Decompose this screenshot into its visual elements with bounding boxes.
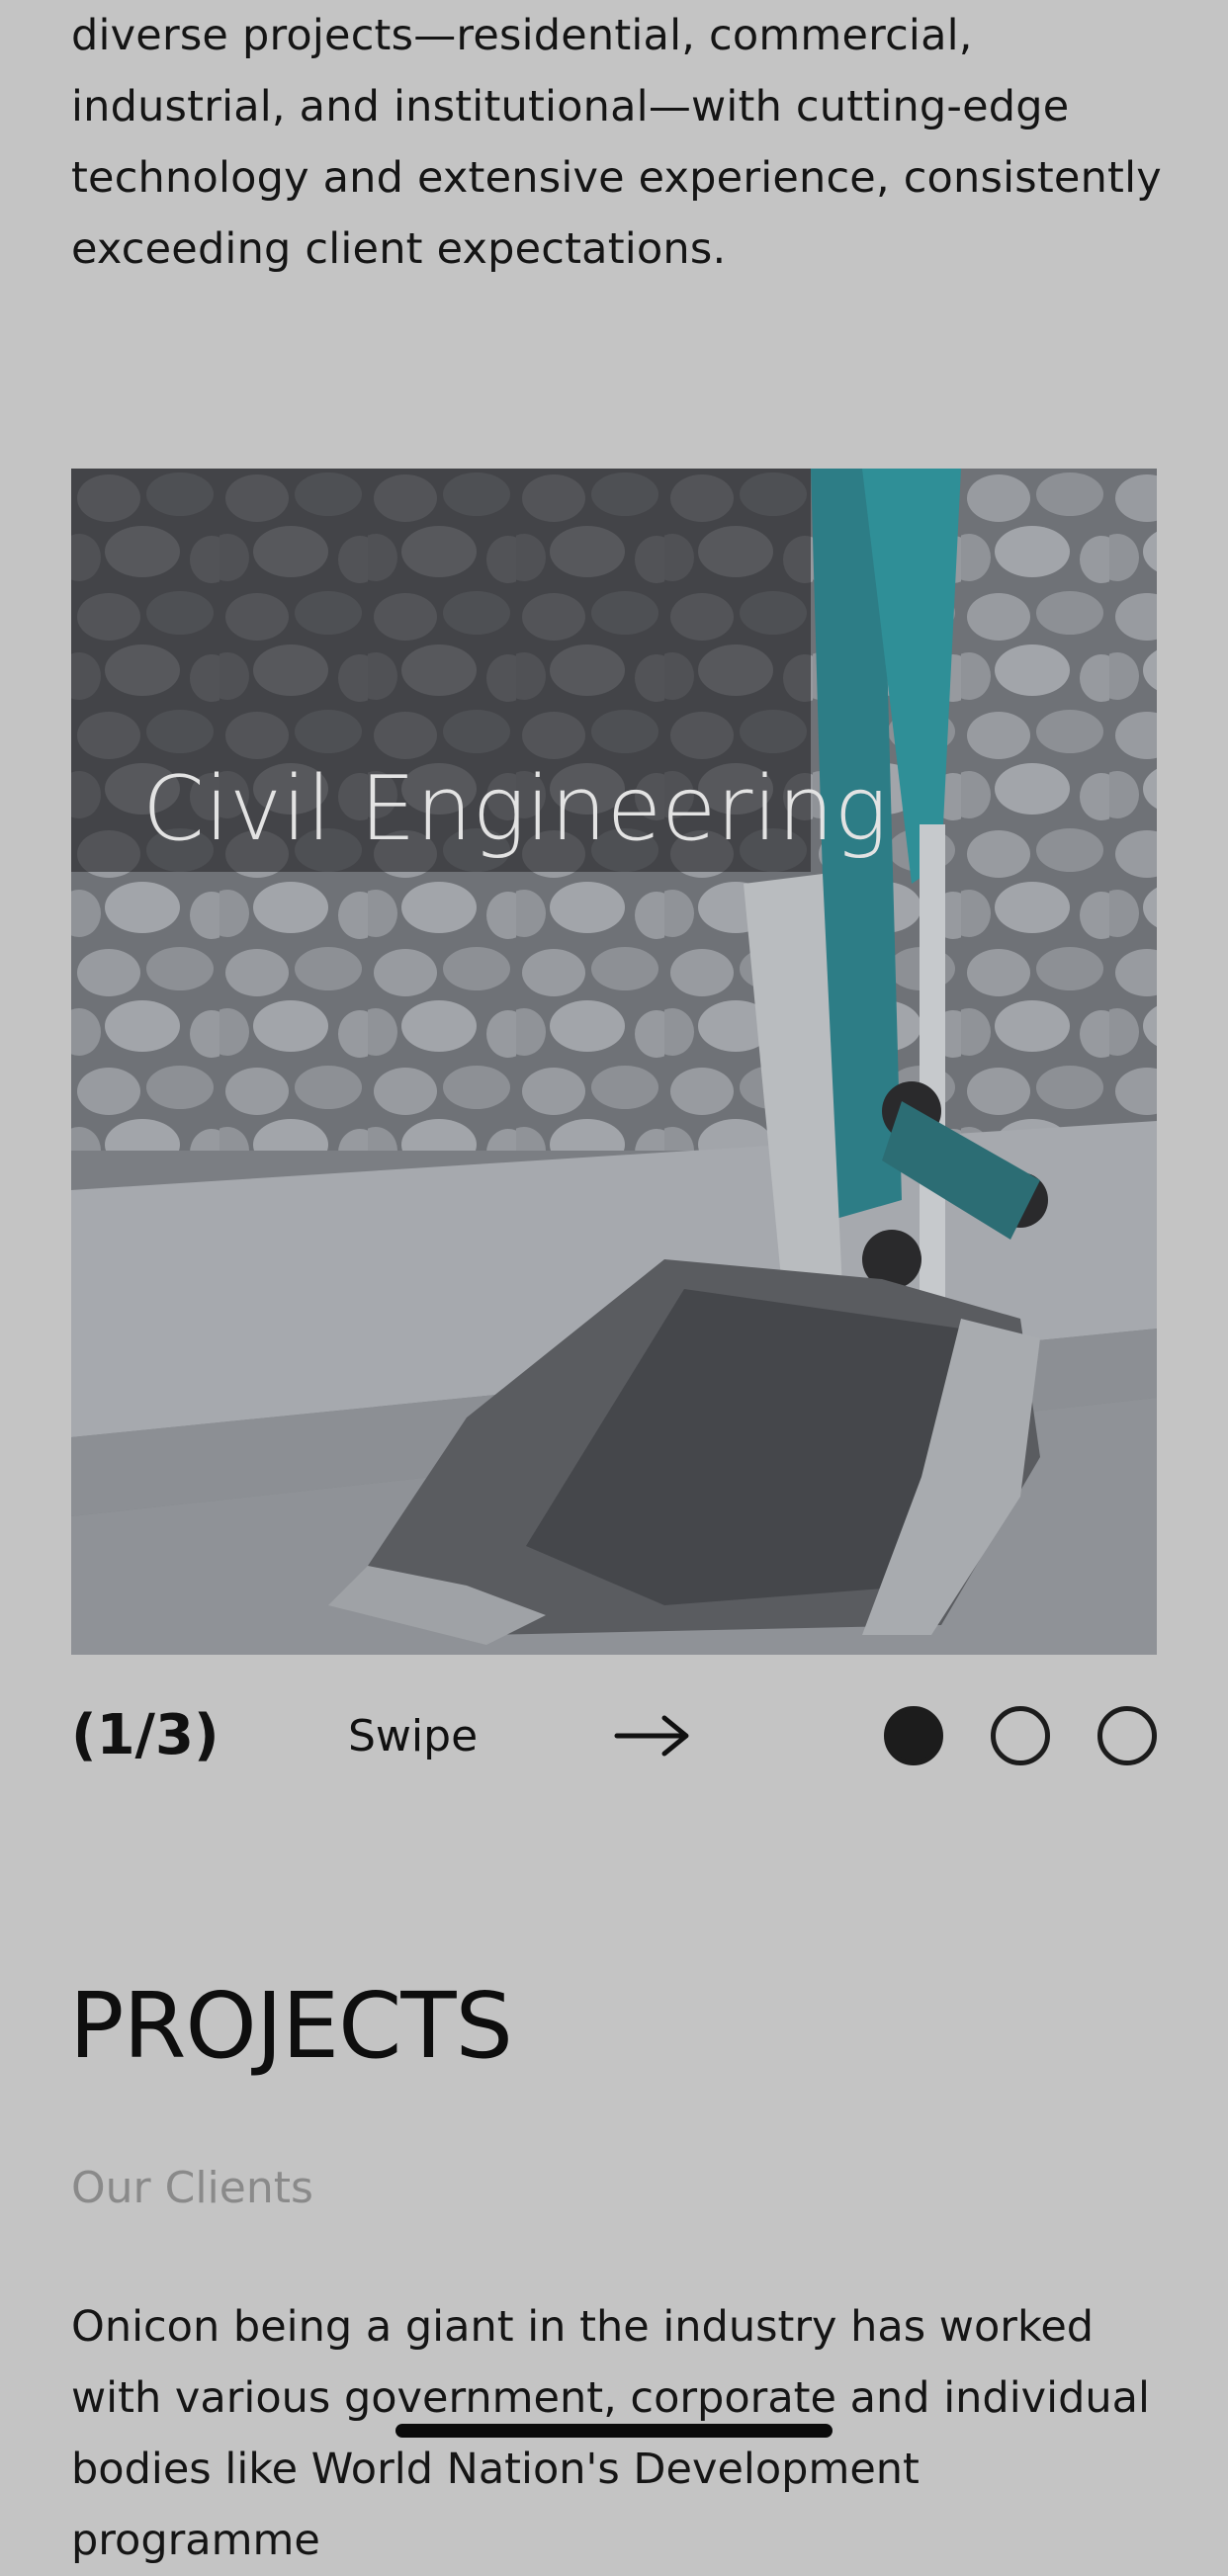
projects-heading: PROJECTS [69, 1973, 513, 2079]
intro-paragraph: diverse projects—residential, commercial… [71, 11, 1162, 274]
carousel-dot-2[interactable] [991, 1706, 1050, 1765]
projects-subtitle: Our Clients [71, 2163, 313, 2213]
home-indicator[interactable] [395, 2424, 833, 2438]
arrow-right-icon[interactable] [613, 1708, 692, 1763]
carousel-dot-1[interactable] [884, 1706, 943, 1765]
carousel-pager: (1/3) Swipe [71, 1700, 1157, 1771]
slide-counter: (1/3) [71, 1703, 219, 1767]
slide-title: Civil Engineering [142, 757, 888, 861]
carousel-slide[interactable]: Civil Engineering [71, 469, 1157, 1655]
swipe-label: Swipe [348, 1711, 479, 1761]
carousel-dot-3[interactable] [1097, 1706, 1157, 1765]
